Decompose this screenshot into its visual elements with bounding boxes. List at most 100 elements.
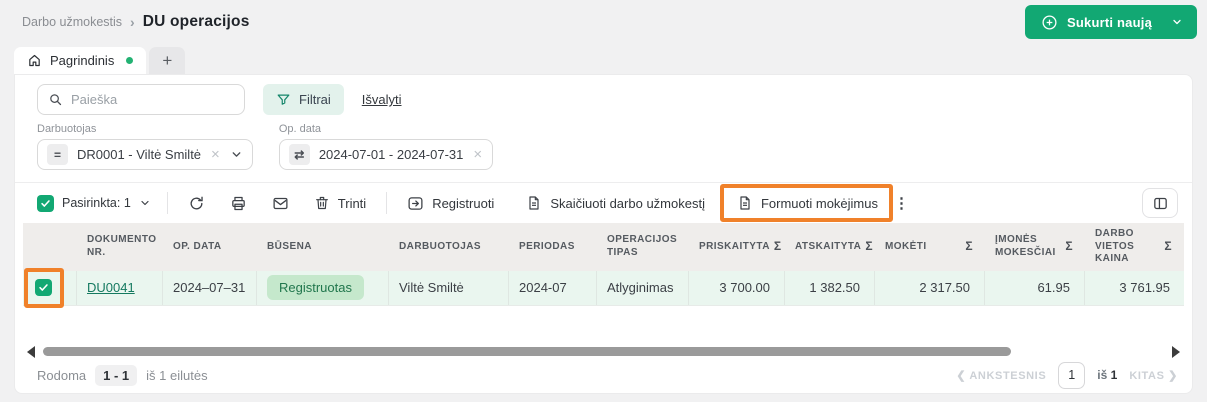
total-pages: 1: [1111, 368, 1118, 382]
current-page-box[interactable]: 1: [1058, 362, 1085, 389]
header-darbuotojas[interactable]: DARBUOTOJAS: [389, 223, 509, 271]
sum-icon[interactable]: Σ: [774, 239, 786, 254]
header-atskaityta[interactable]: ATSKAITYTA Σ: [785, 223, 875, 271]
more-actions-kebab-icon[interactable]: ⋮: [888, 192, 915, 214]
filters-label: Filtrai: [299, 92, 331, 107]
rows-summary: Rodoma 1 - 1 iš 1 eilutės: [37, 365, 208, 386]
tab-pagrindinis[interactable]: Pagrindinis: [14, 47, 146, 74]
selection-group: Pasirinkta: 1: [37, 195, 151, 212]
scroll-right-arrow-icon[interactable]: [1172, 346, 1180, 358]
form-payments-button[interactable]: Formuoti mokėjimus: [733, 192, 882, 214]
cell-moketi: 2 317.50: [875, 271, 985, 305]
sum-icon[interactable]: Σ: [965, 239, 977, 254]
op-date-filter: Op. data ⇄ 2024-07-01 - 2024-07-31 ×: [279, 123, 493, 170]
cell-op-date: 2024–07–31: [163, 271, 257, 305]
search-icon: [48, 92, 63, 107]
toolbar-icon-group: Trinti: [184, 192, 370, 215]
header-periodas[interactable]: PERIODAS: [509, 223, 597, 271]
header-op-data[interactable]: OP. DATA: [163, 223, 257, 271]
table-footer: Rodoma 1 - 1 iš 1 eilutės ❮ ANKSTESNIS 1…: [37, 361, 1178, 389]
home-icon: [27, 53, 42, 68]
header-busena[interactable]: BŪSENA: [257, 223, 389, 271]
scrollbar-thumb[interactable]: [43, 347, 1011, 356]
funnel-icon: [276, 92, 291, 107]
cell-priskaityta: 3 700.00: [689, 271, 785, 305]
header-moketi[interactable]: MOKĖTI Σ: [875, 223, 985, 271]
equals-operator-icon[interactable]: =: [47, 144, 68, 165]
calculate-payroll-button[interactable]: Skaičiuoti darbo užmokestį: [522, 192, 709, 214]
cell-period: 2024-07: [509, 271, 597, 305]
search-input[interactable]: [71, 92, 247, 107]
search-row: Filtrai Išvalyti: [15, 75, 1192, 115]
unsaved-dot-indicator: [126, 57, 133, 64]
plus-circle-icon: [1041, 14, 1058, 31]
header-dokumento-nr[interactable]: DOKUMENTO NR.: [77, 223, 163, 271]
table-toolbar: Pasirinkta: 1: [15, 182, 1192, 223]
sum-icon[interactable]: Σ: [1164, 239, 1176, 254]
clear-op-date-icon[interactable]: ×: [472, 147, 483, 162]
operations-table: DOKUMENTO NR. OP. DATA BŪSENA DARBUOTOJA…: [23, 223, 1184, 306]
showing-label: Rodoma: [37, 368, 86, 383]
tab-bar: Pagrindinis +: [14, 47, 185, 74]
calculate-payroll-label: Skaičiuoti darbo užmokestį: [550, 196, 705, 211]
page-of-label: iš 1: [1097, 368, 1117, 382]
clear-filters-link[interactable]: Išvalyti: [362, 92, 402, 107]
header-priskaityta[interactable]: PRISKAITYTA Σ: [689, 223, 785, 271]
header-imones-mokesciai[interactable]: ĮMONĖS MOKESČIAI Σ: [985, 223, 1085, 271]
select-all-checkbox[interactable]: [37, 195, 54, 212]
op-date-filter-value: 2024-07-01 - 2024-07-31: [319, 147, 464, 162]
next-page-button[interactable]: KITAS ❯: [1129, 369, 1178, 382]
document-icon: [526, 195, 542, 211]
register-label: Registruoti: [432, 196, 494, 211]
status-badge: Registruotas: [267, 275, 364, 300]
print-button[interactable]: [226, 192, 251, 215]
column-settings-button[interactable]: [1142, 188, 1178, 218]
employee-filter-label: Darbuotojas: [37, 123, 253, 135]
register-button[interactable]: Registruoti: [403, 192, 498, 215]
document-icon: [737, 195, 753, 211]
employee-filter-control[interactable]: = DR0001 - Viltė Smiltė ×: [37, 139, 253, 170]
main-panel: Filtrai Išvalyti Darbuotojas = DR0001 - …: [14, 74, 1193, 394]
delete-button[interactable]: Trinti: [310, 192, 370, 214]
cell-status: Registruotas: [257, 271, 389, 305]
op-date-filter-label: Op. data: [279, 123, 493, 135]
scroll-left-arrow-icon[interactable]: [27, 346, 35, 358]
chevron-down-icon[interactable]: [230, 148, 243, 161]
row-checkbox[interactable]: [35, 279, 52, 296]
filters-button[interactable]: Filtrai: [263, 84, 344, 115]
top-bar: Darbo užmokestis › DU operacijos Sukurti…: [0, 0, 1207, 46]
cell-employee: Viltė Smiltė: [389, 271, 509, 305]
op-date-filter-control[interactable]: ⇄ 2024-07-01 - 2024-07-31 ×: [279, 139, 493, 170]
create-new-button[interactable]: Sukurti naują: [1025, 5, 1197, 39]
breadcrumb-parent[interactable]: Darbo užmokestis: [22, 15, 122, 29]
rows-total-label: iš 1 eilutės: [146, 368, 207, 383]
mail-button[interactable]: [268, 192, 293, 215]
header-darbo-vietos-kaina[interactable]: DARBO VIETOS KAINA Σ: [1085, 223, 1184, 271]
document-link[interactable]: DU0041: [87, 280, 135, 295]
toolbar-divider: [167, 192, 168, 214]
toolbar-divider: [386, 192, 387, 214]
trash-icon: [314, 195, 330, 211]
range-operator-icon[interactable]: ⇄: [289, 144, 310, 165]
create-new-label: Sukurti naują: [1067, 15, 1152, 30]
previous-page-button[interactable]: ❮ ANKSTESNIS: [956, 369, 1046, 382]
sum-icon[interactable]: Σ: [1065, 239, 1077, 254]
chevron-down-icon[interactable]: [139, 197, 151, 209]
header-operacijos-tipas[interactable]: OPERACIJOS TIPAS: [597, 223, 689, 271]
row-checkbox-cell: [23, 271, 77, 305]
selected-count-label: Pasirinkta: 1: [62, 196, 131, 210]
cell-operation-type: Atlyginimas: [597, 271, 689, 305]
box-arrow-icon: [407, 195, 424, 212]
horizontal-scrollbar: [25, 345, 1182, 359]
search-box: [37, 84, 245, 115]
header-checkbox-cell: [23, 223, 77, 271]
add-tab-button[interactable]: +: [149, 47, 185, 74]
table-header-row: DOKUMENTO NR. OP. DATA BŪSENA DARBUOTOJA…: [23, 223, 1184, 271]
table-row[interactable]: DU0041 2024–07–31 Registruotas Viltė Smi…: [23, 271, 1184, 306]
chevron-down-icon: [1171, 16, 1183, 28]
refresh-button[interactable]: [184, 192, 209, 215]
toolbar-action-group: Registruoti Skaičiuoti darbo užmokestį: [403, 192, 882, 215]
pagination: ❮ ANKSTESNIS 1 iš 1 KITAS ❯: [956, 362, 1178, 389]
cell-atskaityta: 1 382.50: [785, 271, 875, 305]
clear-employee-icon[interactable]: ×: [210, 147, 221, 162]
